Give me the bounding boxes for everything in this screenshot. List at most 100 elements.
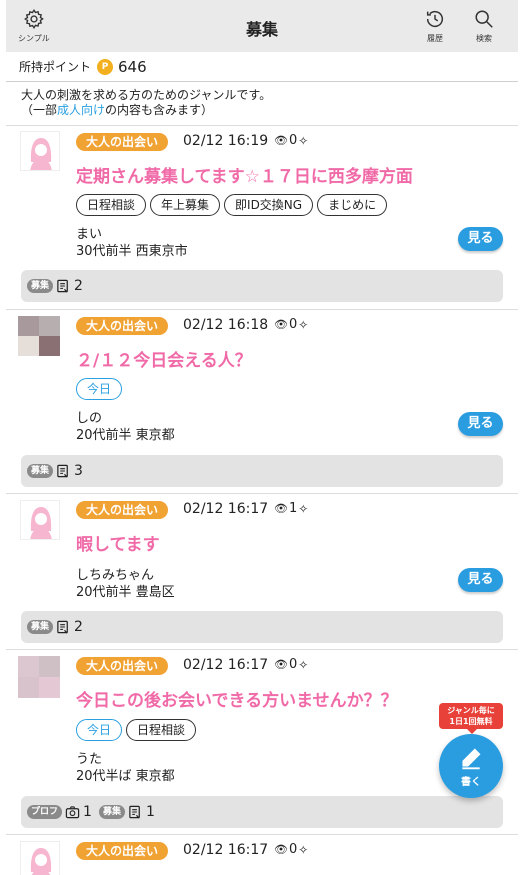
eye-icon: 👁	[274, 318, 288, 331]
mosaic-tile	[18, 336, 39, 356]
mosaic-tile	[18, 677, 39, 698]
post-date: 02/12 16:18	[183, 317, 269, 333]
today-tag: 今日	[76, 378, 123, 400]
genre-badge: 大人の出会い	[76, 657, 169, 675]
post-title[interactable]: 定期さん募集してます☆１７日に西多摩方面	[76, 162, 413, 187]
profile-badge: プロフ	[27, 805, 63, 819]
eye-icon: 👁	[274, 658, 288, 671]
reply-count: 2	[74, 619, 83, 635]
see-button[interactable]: 見る	[458, 227, 503, 251]
genre-description-line2: （一部成人向けの内容も含みます）	[21, 103, 214, 117]
sparkle-icon: ✧	[298, 317, 309, 332]
view-count: 👁 0 ✧	[274, 133, 309, 148]
reply-count: 1	[145, 804, 155, 820]
see-button[interactable]: 見る	[458, 568, 503, 592]
post-title[interactable]: 今日この後お会いできる方いませんか？？	[76, 686, 398, 711]
view-count: 👁 0 ✧	[274, 842, 309, 857]
free-post-tooltip: ジャンル毎に 1日1回無料	[439, 703, 503, 734]
avatar[interactable]	[20, 131, 60, 171]
post-item[interactable]: 大人の出会い 02/12 16:18 👁 0 ✧ ２/１２今日会える人？ 今日 しの…	[6, 309, 518, 493]
genre-badge: 大人の出会い	[76, 133, 169, 151]
sparkle-icon: ✧	[298, 133, 309, 148]
user-info: 20代前半 東京都	[76, 428, 175, 443]
avatar[interactable]	[18, 316, 60, 356]
recruit-badge: 募集	[27, 620, 54, 634]
today-tag: 今日	[76, 719, 123, 741]
history-button[interactable]: 履歴	[424, 8, 446, 44]
tag: 年上募集	[150, 194, 221, 216]
mosaic-tile	[18, 316, 39, 336]
mosaic-tile	[39, 316, 60, 336]
pen-icon	[462, 747, 481, 769]
tag: 日程相談	[126, 719, 197, 741]
recruit-badge: 募集	[27, 464, 54, 478]
mosaic-tile	[39, 677, 60, 698]
avatar[interactable]	[20, 500, 60, 540]
reply-count: 2	[74, 278, 83, 294]
eye-icon: 👁	[274, 502, 288, 515]
points-row: 所持ポイント P 646	[6, 52, 518, 82]
point-coin-icon: P	[97, 58, 114, 75]
post-footer: 募集 2	[21, 611, 503, 643]
adult-content-link[interactable]: 成人向け	[57, 103, 105, 117]
reply-list-icon	[56, 279, 71, 294]
post-date: 02/12 16:19	[183, 133, 269, 149]
header-bar: シンプル 募集 履歴 検索	[6, 0, 518, 52]
reply-list-icon	[56, 464, 71, 479]
search-label: 検索	[476, 34, 492, 43]
sparkle-icon: ✧	[298, 501, 309, 516]
sparkle-icon: ✧	[298, 657, 309, 672]
points-value: 646	[118, 57, 147, 76]
reply-count: 3	[74, 463, 83, 479]
genre-badge: 大人の出会い	[76, 501, 169, 519]
post-item[interactable]: 大人の出会い 02/12 16:17 👁 1 ✧ 暇してます しちみちゃん 20代前…	[6, 493, 518, 649]
user-info: 20代前半 豊島区	[76, 585, 175, 600]
girl-icon	[30, 507, 52, 539]
tag-list: 今日	[76, 378, 123, 400]
recruit-badge: 募集	[27, 279, 54, 293]
post-footer: 募集 3	[21, 455, 503, 487]
eye-icon: 👁	[274, 134, 288, 147]
camera-icon	[65, 805, 80, 820]
view-count: 👁 1 ✧	[274, 501, 309, 516]
view-count: 👁 0 ✧	[274, 317, 309, 332]
history-label: 履歴	[427, 34, 443, 43]
page: シンプル 募集 履歴 検索 所持ポイント P 646 大人の刺激を求める方のため…	[6, 0, 518, 875]
mosaic-tile	[39, 656, 60, 677]
view-count: 👁 0 ✧	[274, 657, 309, 672]
post-date: 02/12 16:17	[183, 842, 269, 858]
user-info: 30代前半 西東京市	[76, 244, 188, 259]
post-date: 02/12 16:17	[183, 657, 269, 673]
tag: 即ID交換NG	[224, 194, 314, 216]
tag-list: 日程相談 年上募集 即ID交換NG まじめに	[76, 194, 388, 216]
see-button[interactable]: 見る	[458, 412, 503, 436]
post-date: 02/12 16:17	[183, 501, 269, 517]
post-item[interactable]: 大人の出会い 02/12 16:17 👁 0 ✧ 今日この後お会いできる方いませんか…	[6, 649, 518, 834]
genre-description: 大人の刺激を求める方のためのジャンルです。 （一部成人向けの内容も含みます）	[21, 88, 271, 118]
post-footer: プロフ 1 募集 1	[21, 796, 503, 828]
genre-badge: 大人の出会い	[76, 842, 169, 860]
recruit-badge: 募集	[98, 805, 125, 819]
history-icon	[426, 11, 444, 28]
eye-icon: 👁	[274, 843, 288, 856]
user-info: 20代半ば 東京都	[76, 769, 175, 784]
sparkle-icon: ✧	[298, 842, 309, 857]
post-item[interactable]: 大人の出会い 02/12 16:17 👁 0 ✧	[6, 834, 518, 875]
post-title[interactable]: 暇してます	[76, 530, 160, 555]
avatar[interactable]	[18, 656, 60, 698]
write-label: 書く	[461, 776, 481, 788]
search-button[interactable]: 検索	[473, 8, 495, 44]
avatar[interactable]	[20, 841, 60, 875]
tag: まじめに	[317, 194, 388, 216]
mosaic-tile	[18, 656, 39, 677]
points-label: 所持ポイント	[19, 60, 92, 74]
post-item[interactable]: 大人の出会い 02/12 16:19 👁 0 ✧ 定期さん募集してます☆１７日に西多…	[6, 125, 518, 309]
post-footer: 募集 2	[21, 270, 503, 302]
search-icon	[475, 10, 493, 28]
post-title[interactable]: ２/１２今日会える人？	[76, 346, 252, 371]
genre-description-line1: 大人の刺激を求める方のためのジャンルです。	[21, 88, 272, 102]
girl-icon	[30, 138, 52, 170]
tag-list: 今日 日程相談	[76, 719, 197, 741]
write-post-button[interactable]: 書く	[439, 734, 503, 798]
reply-list-icon	[128, 805, 143, 820]
